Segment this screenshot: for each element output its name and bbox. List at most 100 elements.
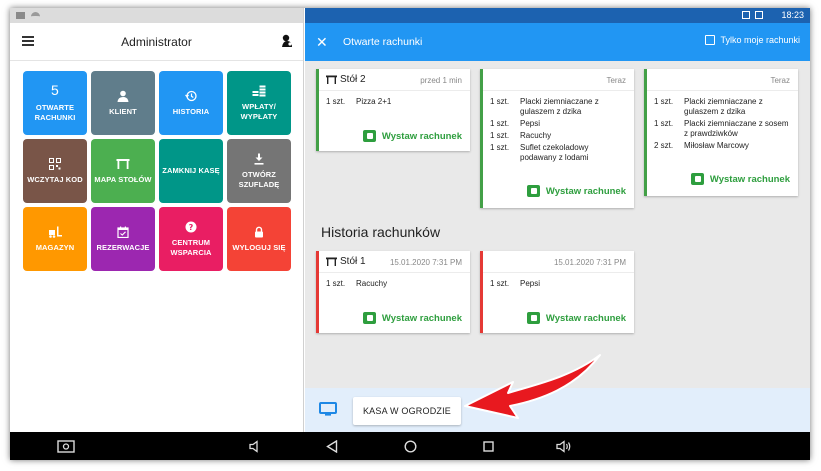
bills-toolbar: ✕ Otwarte rachunki Tylko moje rachunki <box>305 23 810 61</box>
right-status-bar: 18:23 <box>305 8 810 23</box>
table-icon <box>326 75 337 84</box>
tablet-screen: Administrator 5 OTWARTE RACHUNKI KLIENT … <box>10 8 810 460</box>
bill-card-header: Stół 2 przed 1 min <box>319 69 470 91</box>
tile-label: WCZYTAJ KOD <box>27 174 83 184</box>
wallet-icon <box>362 130 376 142</box>
home-icon[interactable] <box>404 440 417 453</box>
bill-time: Teraz <box>606 76 626 85</box>
bill-item: 1 szt. Racuchy <box>490 131 552 140</box>
bill-items: 1 szt. Pepsi <box>483 273 634 295</box>
bill-items: 1 szt. Placki ziemniaczane z gulaszem z d… <box>483 91 634 169</box>
calendar-icon <box>117 226 129 238</box>
wallet-icon <box>362 312 376 324</box>
issue-bill-label: Wystaw rachunek <box>381 312 462 324</box>
bill-item: 1 szt. Placki ziemniaczane z gulaszem z d… <box>654 97 763 116</box>
bill-time: 15.01.2020 7:31 PM <box>553 258 626 267</box>
bill-time: Teraz <box>770 76 790 85</box>
tile-label: MAGAZYN <box>35 242 75 252</box>
screenshot-icon[interactable] <box>57 440 75 453</box>
tile-history[interactable]: HISTORIA <box>159 71 223 135</box>
wallet-icon <box>690 173 704 185</box>
bill-table: Stół 2 <box>326 74 366 85</box>
tile-deposits-withdrawals[interactable]: WPŁATY/ WYPŁATY <box>227 71 291 135</box>
notification-icon <box>16 12 25 19</box>
issue-bill-button[interactable]: Wystaw rachunek <box>690 173 790 185</box>
only-mine-checkbox[interactable]: Tylko moje rachunki <box>705 35 800 45</box>
download-icon <box>254 153 264 165</box>
bill-item: 1 szt. Racuchy <box>326 279 388 288</box>
tile-label: MAPA STOŁÓW <box>94 174 152 184</box>
bill-card[interactable]: Stół 2 przed 1 min 1 szt. Pizza 2+1 Wysta… <box>316 69 470 151</box>
user-switch-icon[interactable] <box>281 34 293 48</box>
bill-item: 1 szt. Pizza 2+1 <box>326 97 392 106</box>
status-time: 18:23 <box>781 10 804 20</box>
tile-label: OTWÓRZ SZUFLADĘ <box>238 169 280 189</box>
history-bill-card[interactable]: Stół 1 15.01.2020 7:31 PM 1 szt. Racuchy … <box>316 251 470 333</box>
bill-item: 1 szt. Pepsi <box>490 279 541 288</box>
wifi-icon <box>31 11 40 20</box>
volume-icon[interactable] <box>249 440 263 453</box>
bill-card[interactable]: Teraz 1 szt. Placki ziemniaczane z gulasz… <box>644 69 798 196</box>
issue-bill-button[interactable]: Wystaw rachunek <box>362 130 462 142</box>
tile-label: KLIENT <box>109 106 137 116</box>
bill-table-name: Stół 1 <box>340 256 366 267</box>
bill-items: 1 szt. Pizza 2+1 <box>319 91 470 113</box>
open-bills-count: 5 <box>51 82 59 98</box>
volume-icon[interactable] <box>556 440 572 453</box>
bill-time: przed 1 min <box>420 76 462 85</box>
back-icon[interactable] <box>326 440 338 453</box>
tile-warehouse[interactable]: MAGAZYN <box>23 207 87 271</box>
issue-bill-button[interactable]: Wystaw rachunek <box>526 312 626 324</box>
only-mine-label: Tylko moje rachunki <box>720 35 800 45</box>
tile-scan-code[interactable]: WCZYTAJ KOD <box>23 139 87 203</box>
history-bill-card[interactable]: 15.01.2020 7:31 PM 1 szt. Pepsi Wystaw ra… <box>480 251 634 333</box>
table-icon <box>116 158 130 169</box>
monitor-icon[interactable] <box>319 402 337 416</box>
tile-reservations[interactable]: REZERWACJE <box>91 207 155 271</box>
bill-table: Stół 1 <box>326 256 366 267</box>
tile-client[interactable]: KLIENT <box>91 71 155 135</box>
android-nav-bar <box>10 432 810 460</box>
tile-open-bills[interactable]: 5 OTWARTE RACHUNKI <box>23 71 87 135</box>
tile-table-map[interactable]: MAPA STOŁÓW <box>91 139 155 203</box>
register-bar: KASA W OGRODZIE <box>305 388 810 432</box>
admin-tiles-grid: 5 OTWARTE RACHUNKI KLIENT HISTORIA WPŁAT… <box>23 71 293 271</box>
qr-code-icon <box>49 157 61 170</box>
tile-close-register[interactable]: ZAMKNIJ KASĘ <box>159 139 223 203</box>
bill-card-header: Stół 1 15.01.2020 7:31 PM <box>319 251 470 273</box>
svg-text:?: ? <box>189 223 194 232</box>
issue-bill-label: Wystaw rachunek <box>709 173 790 185</box>
recents-icon[interactable] <box>483 441 494 452</box>
close-icon[interactable]: ✕ <box>316 35 328 49</box>
issue-bill-label: Wystaw rachunek <box>381 130 462 142</box>
tile-label: CENTRUM WSPARCIA <box>170 237 212 257</box>
admin-title: Administrator <box>121 35 192 49</box>
tile-label: WYLOGUJ SIĘ <box>232 242 286 252</box>
issue-bill-label: Wystaw rachunek <box>545 185 626 197</box>
help-icon: ? <box>185 221 197 232</box>
tile-open-drawer[interactable]: OTWÓRZ SZUFLADĘ <box>227 139 291 203</box>
tile-logout[interactable]: WYLOGUJ SIĘ <box>227 207 291 271</box>
bills-title: Otwarte rachunki <box>343 36 423 48</box>
tile-label: OTWARTE RACHUNKI <box>34 103 76 122</box>
table-icon <box>326 257 337 266</box>
checkbox-icon[interactable] <box>705 35 716 45</box>
bill-item: 2 szt. Miłosław Marcowy <box>654 141 749 150</box>
bill-item: 1 szt. Pepsi <box>490 119 541 128</box>
wallet-icon <box>526 185 540 197</box>
bill-table-name: Stół 2 <box>340 74 366 85</box>
tile-support-center[interactable]: ? CENTRUM WSPARCIA <box>159 207 223 271</box>
left-status-bar <box>10 8 303 23</box>
lock-icon <box>255 226 263 237</box>
coins-icon <box>252 85 266 96</box>
bill-card[interactable]: Teraz 1 szt. Placki ziemniaczane z gulasz… <box>480 69 634 208</box>
issue-bill-button[interactable]: Wystaw rachunek <box>362 312 462 324</box>
bill-item: 1 szt. Placki ziemniaczane z sosem z praw… <box>654 119 789 138</box>
bill-item: 1 szt. Suflet czekoladowy podawany z loda… <box>490 143 589 162</box>
admin-panel: Administrator 5 OTWARTE RACHUNKI KLIENT … <box>10 8 304 432</box>
bill-time: 15.01.2020 7:31 PM <box>389 258 462 267</box>
bills-panel: 18:23 ✕ Otwarte rachunki Tylko moje rach… <box>305 8 810 432</box>
issue-bill-button[interactable]: Wystaw rachunek <box>526 185 626 197</box>
history-icon <box>185 90 197 101</box>
register-select-button[interactable]: KASA W OGRODZIE <box>353 397 461 425</box>
